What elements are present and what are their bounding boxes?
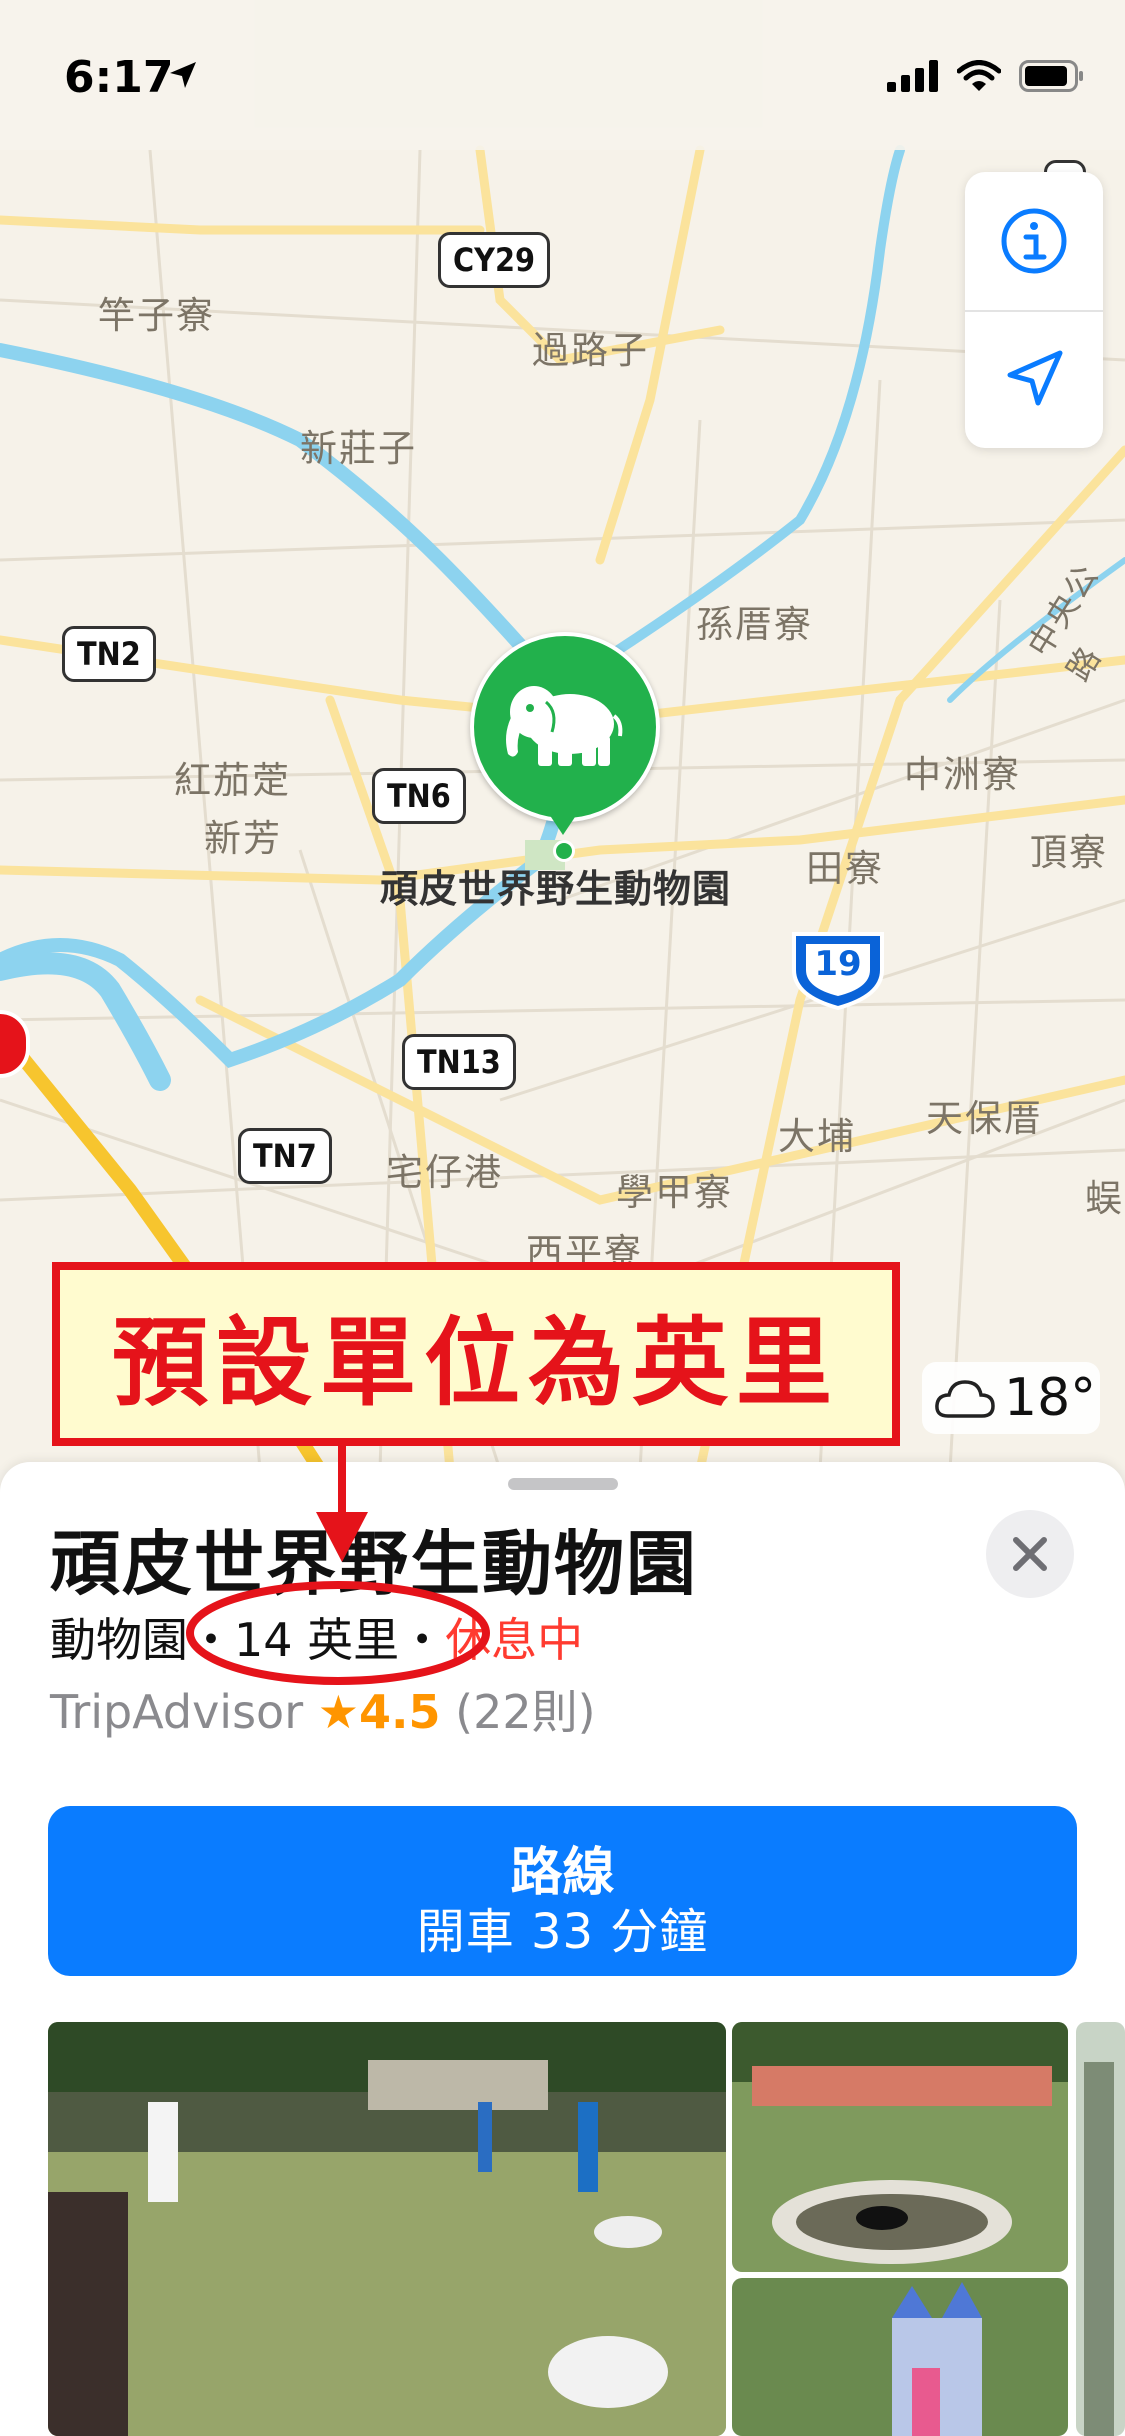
- cloud-icon: [935, 1380, 995, 1418]
- photo-tree[interactable]: [1076, 2022, 1125, 2436]
- star-icon: ★: [317, 1685, 359, 1739]
- castle-photo-image: [732, 2278, 1068, 2436]
- directions-button[interactable]: 路線 開車 33 分鐘: [48, 1806, 1077, 1976]
- national-highway-shield: 19: [790, 930, 886, 1010]
- weather-badge: 18°: [922, 1362, 1100, 1434]
- map-view[interactable]: 竿子寮 過路子 新莊子 孫厝寮 中洲寮 紅茄萣 新芳 田寮 頂寮 大埔 天保厝 …: [0, 0, 1125, 1470]
- close-icon: [1013, 1537, 1047, 1571]
- road-shield: CY29: [438, 232, 551, 288]
- place-label: 新莊子: [300, 427, 417, 470]
- status-icons: [887, 60, 1085, 92]
- open-status: 休息中: [445, 1613, 584, 1667]
- info-icon: [1001, 208, 1067, 274]
- road-shield: TN2: [62, 626, 156, 682]
- place-label: 紅茄萣: [174, 759, 291, 802]
- clock: 6:17: [64, 52, 174, 103]
- place-label: 田寮: [806, 847, 884, 890]
- separator: ・: [188, 1613, 234, 1667]
- place-title: 頑皮世界野生動物園: [50, 1523, 698, 1605]
- map-controls: [965, 172, 1103, 448]
- place-label: 新芳: [204, 817, 282, 860]
- location-arrow-icon: [1007, 350, 1063, 406]
- sheet-grabber[interactable]: [508, 1478, 618, 1490]
- highway-number: 19: [814, 944, 862, 984]
- location-services-icon: [170, 62, 196, 88]
- wifi-icon: [957, 60, 1001, 91]
- place-label: 天保厝: [926, 1097, 1043, 1140]
- drive-time: 開車 33 分鐘: [416, 1904, 709, 1960]
- pond-photo-image: [732, 2022, 1068, 2272]
- rating-source: TripAdvisor: [50, 1685, 304, 1739]
- annotation-callout: 預設單位為英里: [52, 1262, 900, 1446]
- pin-tail: [543, 805, 583, 835]
- road-shield: TN6: [372, 768, 466, 824]
- separator: ・: [399, 1613, 446, 1667]
- rating-score: 4.5: [359, 1685, 441, 1739]
- rating-row[interactable]: TripAdvisor ★4.5 (22則): [50, 1676, 596, 1742]
- place-label: 宅仔港: [386, 1151, 503, 1194]
- photo-castle[interactable]: [732, 2278, 1068, 2436]
- road-shield: TN13: [402, 1034, 516, 1090]
- tree-photo-image: [1076, 2022, 1125, 2436]
- place-label: 蜈: [1085, 1177, 1124, 1220]
- close-button[interactable]: [986, 1510, 1074, 1598]
- place-subtitle: 動物園・14 英里・休息中: [50, 1604, 583, 1670]
- category: 動物園: [50, 1613, 188, 1667]
- place-label: 竿子寮: [98, 294, 215, 337]
- battery-icon: [1019, 60, 1083, 92]
- review-count: (22則): [455, 1685, 596, 1739]
- pin-label: 頑皮世界野生動物園: [380, 867, 732, 911]
- place-label: 學甲寮: [616, 1171, 733, 1214]
- place-label: 孫厝寮: [696, 603, 813, 646]
- temperature: 18°: [1004, 1368, 1097, 1428]
- place-label: 頂寮: [1030, 831, 1108, 874]
- place-label: 大埔: [778, 1115, 856, 1158]
- place-label: 過路子: [532, 329, 649, 372]
- status-bar: 6:17: [0, 0, 1125, 150]
- zoo-pin[interactable]: [470, 632, 660, 822]
- locate-button[interactable]: [965, 310, 1103, 448]
- info-button[interactable]: [965, 172, 1103, 310]
- goat-photo-image: [48, 2022, 726, 2436]
- road-shield: TN7: [238, 1128, 332, 1184]
- photo-goats[interactable]: [48, 2022, 726, 2436]
- signal-icon: [887, 60, 938, 92]
- photo-swan-pond[interactable]: [732, 2022, 1068, 2272]
- distance: 14 英里: [234, 1613, 400, 1667]
- place-label: 中洲寮: [904, 753, 1021, 796]
- elephant-icon: [506, 686, 623, 766]
